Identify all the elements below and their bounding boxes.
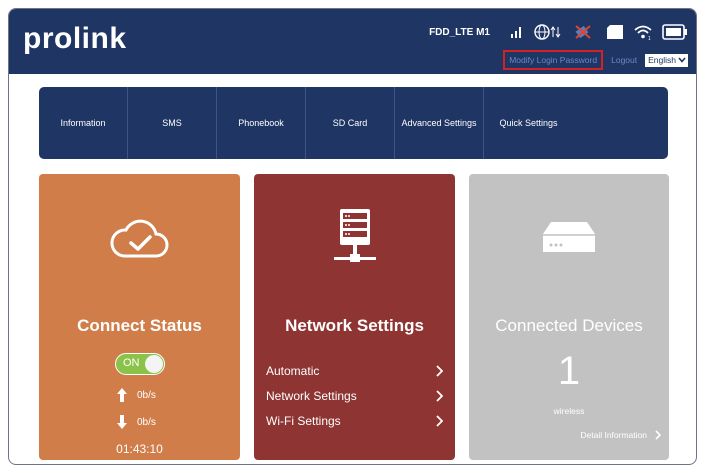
upload-rate: 0b/s (137, 389, 156, 401)
network-settings-card: Network Settings Automatic Network Setti… (254, 174, 455, 460)
router-web-ui: prolink FDD_LTE M1 1 Modify Login Passwo… (8, 8, 697, 465)
modify-login-password-link[interactable]: Modify Login Password (503, 50, 604, 70)
satellite-icon (575, 25, 591, 39)
connected-devices-card: Connected Devices 1 wireless Detail Info… (469, 174, 669, 460)
globe-data-icon (534, 24, 561, 40)
nav-sd-card[interactable]: SD Card (306, 87, 395, 159)
toggle-knob (145, 355, 163, 373)
chevron-right-icon (436, 390, 443, 402)
network-settings-title: Network Settings (285, 316, 424, 335)
menu-wifi-settings-label: Wi-Fi Settings (266, 414, 341, 428)
device-type: wireless (553, 406, 585, 416)
status-icons: FDD_LTE M1 1 (429, 19, 688, 45)
prolink-logo: prolink (23, 22, 127, 55)
menu-automatic[interactable]: Automatic (266, 361, 443, 381)
logout-link[interactable]: Logout (611, 55, 637, 65)
chevron-down-icon (678, 57, 686, 63)
arrow-down-icon (117, 415, 127, 429)
router-device-icon (543, 222, 595, 252)
chevron-right-icon (436, 365, 443, 377)
server-network-icon (333, 209, 376, 262)
carrier-label: FDD_LTE M1 (429, 26, 490, 38)
battery-icon (662, 24, 687, 40)
chevron-right-icon (436, 415, 443, 427)
menu-wifi-settings[interactable]: Wi-Fi Settings (266, 411, 443, 431)
nav-advanced-settings[interactable]: Advanced Settings (395, 87, 484, 159)
top-bar: prolink FDD_LTE M1 1 Modify Login Passwo… (9, 9, 696, 74)
menu-automatic-label: Automatic (266, 364, 320, 378)
language-value: English (648, 54, 676, 65)
upload-rate-row: 0b/s (117, 388, 156, 402)
arrow-up-icon (117, 388, 127, 402)
main-nav: Information SMS Phonebook SD Card Advanc… (39, 87, 668, 159)
connect-status-card: Connect Status ON 0b/s 0b/s 01:43:10 (39, 174, 240, 460)
chevron-right-icon (655, 430, 661, 440)
signal-icon (511, 27, 521, 38)
nav-information[interactable]: Information (39, 87, 128, 159)
nav-quick-settings[interactable]: Quick Settings (484, 87, 573, 159)
header-links: Modify Login Password Logout English (503, 50, 688, 70)
wifi-icon: 1 (634, 25, 652, 40)
uptime: 01:43:10 (116, 442, 163, 456)
toggle-label: ON (123, 357, 140, 369)
detail-information-link[interactable]: Detail Information (580, 430, 661, 440)
nav-sms[interactable]: SMS (128, 87, 217, 159)
cloud-check-icon (110, 219, 168, 258)
svg-text:1: 1 (648, 36, 651, 40)
sim-card-icon (607, 25, 623, 39)
connected-devices-title: Connected Devices (495, 316, 643, 335)
download-rate: 0b/s (137, 416, 156, 428)
connect-status-title: Connect Status (77, 316, 202, 335)
language-select[interactable]: English (645, 53, 688, 67)
menu-network-settings-label: Network Settings (266, 389, 357, 403)
connection-toggle[interactable]: ON (115, 353, 165, 375)
menu-network-settings[interactable]: Network Settings (266, 386, 443, 406)
download-rate-row: 0b/s (117, 415, 156, 429)
device-count: 1 (557, 349, 581, 393)
detail-information-label: Detail Information (580, 430, 647, 440)
nav-phonebook[interactable]: Phonebook (217, 87, 306, 159)
